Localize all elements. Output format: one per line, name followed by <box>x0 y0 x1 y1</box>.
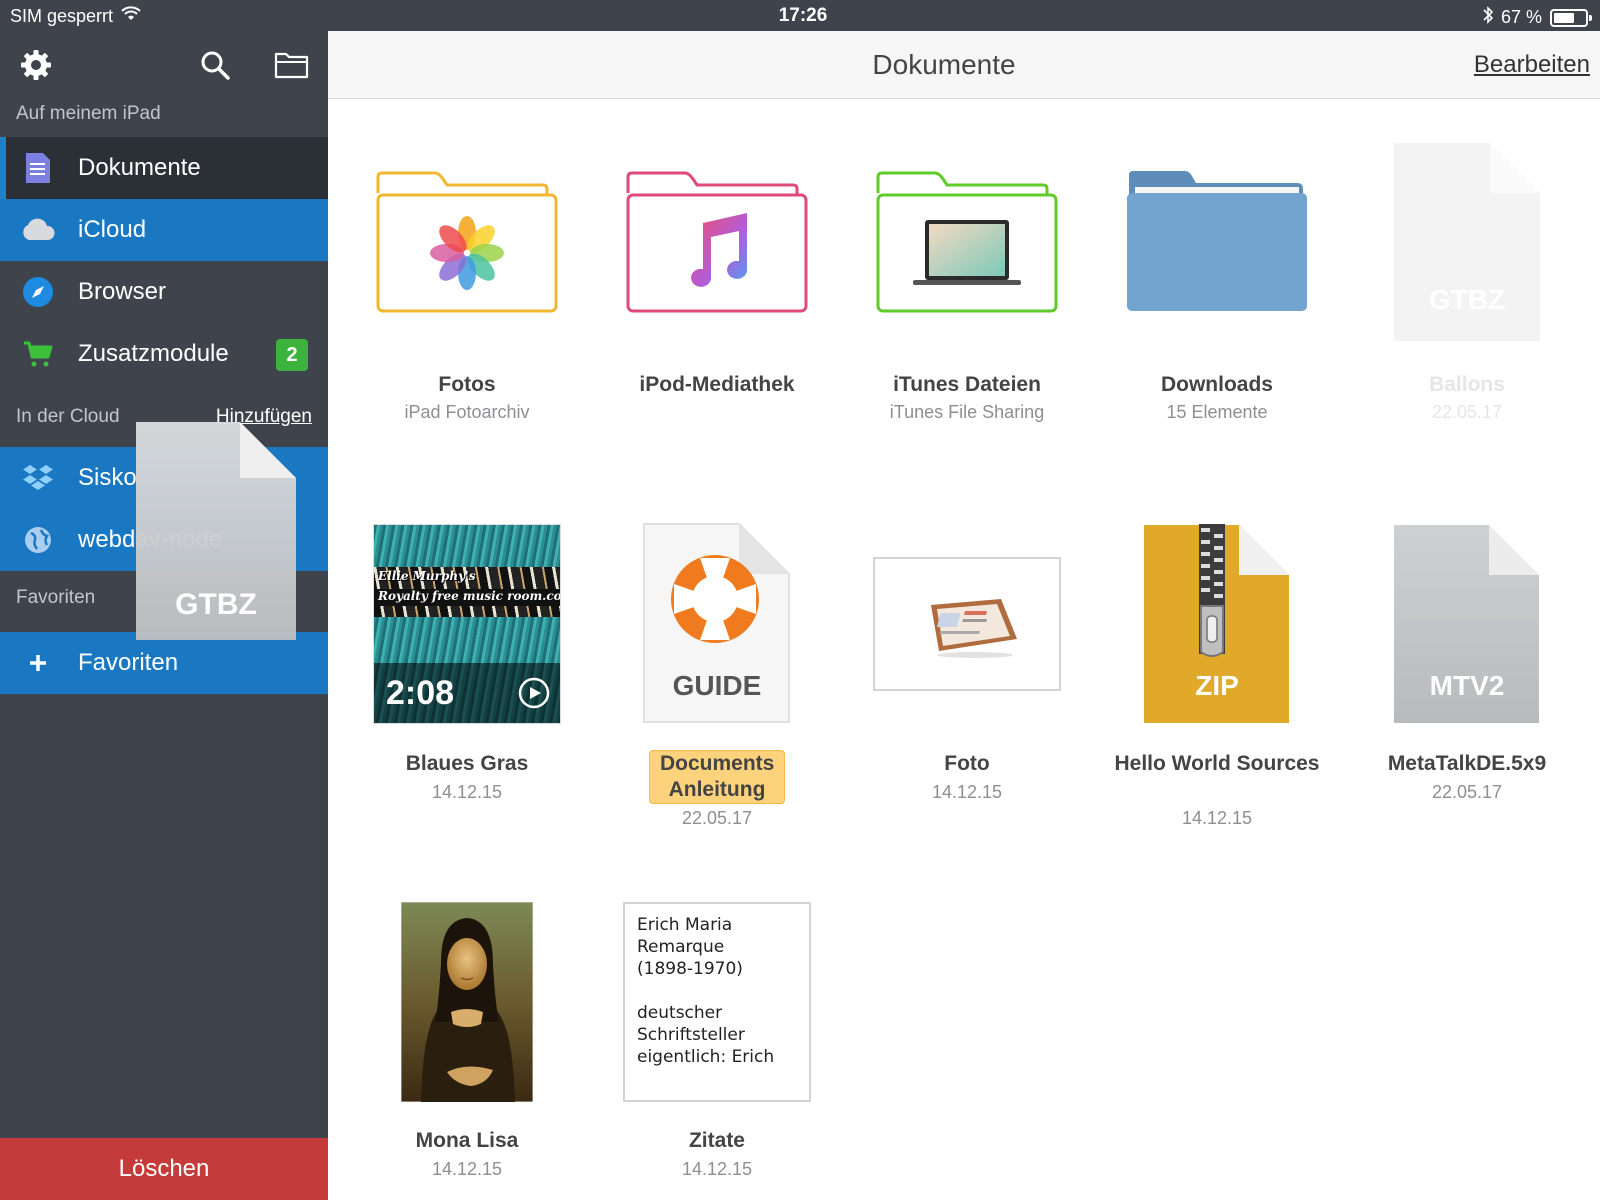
file-thumbnail: GTBZ <box>1342 143 1592 341</box>
guide-file-thumbnail: GUIDE <box>592 523 842 724</box>
file-name: iPod-Mediathek <box>639 373 795 396</box>
sidebar-item-favoriten[interactable]: Favoriten <box>0 632 328 694</box>
image-thumbnail <box>342 902 592 1102</box>
file-type-label: GUIDE <box>672 670 762 701</box>
file-name: Foto <box>944 752 990 775</box>
file-subtitle: 14.12.15 <box>931 782 1003 802</box>
play-icon[interactable] <box>518 677 550 709</box>
drag-ghost-file[interactable]: GTBZ <box>136 422 296 640</box>
file-name: Zitate <box>688 1129 745 1152</box>
sidebar-item-label: Favoriten <box>78 649 179 676</box>
text-preview-box: Erich Maria Remarque (1898-1970) deutsch… <box>623 902 811 1102</box>
section-label-cloud: In der Cloud <box>16 406 120 427</box>
sidebar-item-label: Zusatzmodule <box>78 340 229 367</box>
laptop-folder-icon <box>876 171 1058 313</box>
status-bar: SIM gesperrt 17:26 67 % <box>0 0 1600 31</box>
file-name: MetaTalkDE.5x9 <box>1387 752 1547 775</box>
sidebar-item-icloud[interactable]: iCloud <box>0 199 328 261</box>
file-name: Hello World Sources <box>1114 752 1320 775</box>
section-label-favorites: Favoriten <box>16 587 96 608</box>
update-count-badge: 2 <box>276 339 308 371</box>
settings-button[interactable] <box>14 45 58 85</box>
grass-video-preview: Ellie Murphy's Royalty free music room.c… <box>373 524 561 724</box>
file-subtitle: iTunes File Sharing <box>889 402 1045 422</box>
file-subtitle: 14.12.15 <box>1181 808 1253 828</box>
tablet-image <box>931 599 1017 658</box>
zip-file-thumbnail: ZIP <box>1092 524 1342 724</box>
compass-icon <box>18 272 58 312</box>
sidebar-item-label: iCloud <box>78 216 147 243</box>
sidebar-toolbar <box>0 31 328 99</box>
file-subtitle: 14.12.15 <box>431 1159 503 1179</box>
clock: 17:26 <box>778 5 828 26</box>
section-label-ipad: Auf meinem iPad <box>16 103 161 124</box>
navigation-bar: Dokumente Bearbeiten <box>328 31 1600 99</box>
photos-folder-thumbnail <box>342 140 592 340</box>
music-folder-thumbnail <box>592 140 842 340</box>
file-name: iTunes Dateien <box>893 373 1041 396</box>
sidebar-item-zusatzmodule[interactable]: Zusatzmodule 2 <box>0 323 328 385</box>
gear-icon <box>21 50 51 80</box>
video-thumbnail: Ellie Murphy's Royalty free music room.c… <box>342 524 592 724</box>
cloud-icon <box>18 210 58 250</box>
folder-icon <box>1127 171 1307 311</box>
search-button[interactable] <box>193 45 237 85</box>
page-title: Dokumente <box>872 49 1016 80</box>
cart-icon <box>18 334 58 374</box>
video-duration: 2:08 <box>386 674 455 712</box>
image-thumbnail <box>842 556 1092 692</box>
file-subtitle: 14.12.15 <box>431 782 503 802</box>
sidebar-item-label: Dokumente <box>78 154 201 181</box>
selected-file-name: Documents Anleitung <box>649 750 785 804</box>
sidebar-item-label: Browser <box>78 278 167 305</box>
file-name: Downloads <box>1160 373 1273 396</box>
sidebar-item-label: Sisko <box>78 464 137 491</box>
file-name: Fotos <box>438 373 496 396</box>
text-preview: Erich Maria Remarque (1898-1970) deutsch… <box>637 915 775 1067</box>
sidebar-item-browser[interactable]: Browser <box>0 261 328 323</box>
file-name: Ballons <box>1429 373 1505 396</box>
file-subtitle: 22.05.17 <box>1431 782 1503 802</box>
text-file-thumbnail: Erich Maria Remarque (1898-1970) deutsch… <box>592 902 842 1102</box>
tablet-photo-preview <box>873 557 1061 691</box>
dropbox-icon <box>18 458 58 498</box>
file-name: Blaues Gras <box>405 752 529 775</box>
battery-icon <box>1550 8 1592 27</box>
bluetooth-icon <box>1481 5 1495 30</box>
file-subtitle: 22.05.17 <box>1431 402 1503 422</box>
mona-lisa-painting <box>401 902 533 1102</box>
open-folder-button[interactable] <box>270 45 314 85</box>
photos-folder-icon <box>376 171 558 313</box>
file-type-label: ZIP <box>1195 670 1239 701</box>
globe-icon <box>18 520 58 560</box>
document-icon <box>18 148 58 188</box>
file-type-label: GTBZ <box>1428 284 1506 315</box>
edit-button[interactable]: Bearbeiten <box>1474 51 1590 79</box>
file-name: Mona Lisa <box>415 1129 519 1152</box>
sidebar-item-dokumente[interactable]: Dokumente <box>0 137 328 199</box>
itunes-folder-thumbnail <box>842 140 1092 340</box>
file-subtitle: 22.05.17 <box>681 808 753 828</box>
drag-ghost-label: GTBZ <box>175 588 257 621</box>
search-icon <box>201 51 230 80</box>
plus-icon <box>18 643 58 683</box>
file-subtitle: 15 Elemente <box>1166 402 1268 422</box>
file-thumbnail: MTV2 <box>1342 524 1592 724</box>
delete-button[interactable]: Löschen <box>0 1138 328 1200</box>
music-folder-icon <box>626 171 808 313</box>
downloads-folder-thumbnail <box>1092 140 1342 340</box>
file-type-label: MTV2 <box>1429 670 1505 701</box>
video-overlay-title: Ellie Murphy's <box>378 569 476 583</box>
file-subtitle: iPad Fotoarchiv <box>404 402 530 422</box>
file-subtitle: 14.12.15 <box>681 1159 753 1179</box>
video-overlay-subtitle: Royalty free music room.com <box>378 589 561 603</box>
battery-percent: 67 % <box>1500 7 1542 27</box>
file-name-highlighted: Documents Anleitung <box>592 750 842 804</box>
folder-icon <box>274 52 309 79</box>
